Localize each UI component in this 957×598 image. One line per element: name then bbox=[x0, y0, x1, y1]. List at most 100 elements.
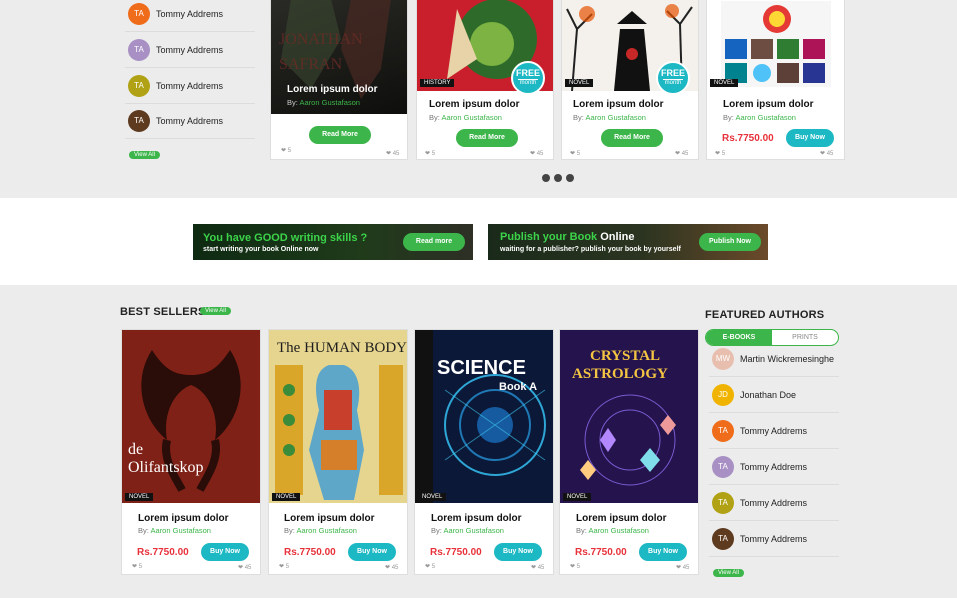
buy-now-button[interactable]: Buy Now bbox=[348, 543, 396, 561]
genre-tag: NOVEL bbox=[565, 79, 594, 87]
author-link[interactable]: Aaron Gustafason bbox=[300, 98, 360, 107]
author-link[interactable]: Aaron Gustafason bbox=[297, 526, 357, 535]
book-author: By: Aaron Gustafason bbox=[576, 526, 649, 535]
author-list-item[interactable]: TA Tommy Addrems bbox=[125, 103, 255, 139]
likes-count: ❤ 5 bbox=[425, 150, 435, 157]
featured-author-item[interactable]: MW Martin Wickremesinghe bbox=[709, 341, 839, 377]
book-cover: CRYSTAL ASTROLOGY bbox=[560, 330, 698, 503]
read-more-button[interactable]: Read More bbox=[309, 126, 371, 144]
featured-author-item[interactable]: TA Tommy Addrems bbox=[709, 521, 839, 557]
featured-author-item[interactable]: JD Jonathan Doe bbox=[709, 377, 839, 413]
author-link[interactable]: Aaron Gustafason bbox=[589, 526, 649, 535]
view-all-button[interactable]: View All bbox=[200, 307, 231, 315]
book-author: By: Aaron Gustafason bbox=[284, 526, 357, 535]
book-title[interactable]: Lorem ipsum dolor bbox=[576, 513, 667, 524]
heart-icon[interactable]: ❤ bbox=[530, 151, 535, 157]
author-list-item[interactable]: TA Tommy Addrems bbox=[125, 0, 255, 32]
heart-icon[interactable]: ❤ bbox=[570, 564, 575, 570]
book-card[interactable]: JONATHAN SAFRAN Lorem ipsum dolor By: Aa… bbox=[270, 0, 408, 160]
likes-value: 5 bbox=[431, 151, 436, 157]
carousel-dot[interactable] bbox=[566, 174, 574, 182]
book-card[interactable]: HISTORY FREE month Lorem ipsum dolor By:… bbox=[416, 0, 554, 160]
publish-book-banner[interactable]: Publish your Book Online waiting for a p… bbox=[488, 224, 768, 260]
buy-now-button[interactable]: Buy Now bbox=[786, 129, 834, 147]
heart-icon[interactable]: ❤ bbox=[132, 564, 137, 570]
free-label: FREE bbox=[660, 68, 685, 78]
likes-count: ❤ 5 bbox=[570, 150, 580, 157]
read-more-button[interactable]: Read More bbox=[601, 129, 663, 147]
heart-icon[interactable]: ❤ bbox=[570, 151, 575, 157]
author-link[interactable]: Aaron Gustafason bbox=[444, 526, 504, 535]
author-name: Tommy Addrems bbox=[156, 44, 224, 55]
heart-icon[interactable]: ❤ bbox=[715, 151, 720, 157]
featured-author-item[interactable]: TA Tommy Addrems bbox=[709, 485, 839, 521]
genre-tag: NOVEL bbox=[563, 493, 592, 501]
book-card[interactable]: NOVEL Lorem ipsum dolor By: Aaron Gustaf… bbox=[706, 0, 845, 160]
avatar: TA bbox=[128, 38, 150, 61]
genre-tag: NOVEL bbox=[710, 79, 739, 87]
buy-now-button[interactable]: Buy Now bbox=[494, 543, 542, 561]
headline-part: Online bbox=[597, 231, 635, 243]
book-card[interactable]: de Olifantskop NOVEL Lorem ipsum dolor B… bbox=[121, 329, 261, 575]
book-title[interactable]: Lorem ipsum dolor bbox=[138, 513, 229, 524]
featured-author-item[interactable]: TA Tommy Addrems bbox=[709, 413, 839, 449]
likes-value: 5 bbox=[576, 151, 581, 157]
book-title[interactable]: Lorem ipsum dolor bbox=[287, 84, 378, 95]
heart-icon[interactable]: ❤ bbox=[425, 151, 430, 157]
heart-icon[interactable]: ❤ bbox=[425, 564, 430, 570]
book-title[interactable]: Lorem ipsum dolor bbox=[429, 99, 520, 110]
author-link[interactable]: Aaron Gustafason bbox=[736, 113, 796, 122]
avatar: MW bbox=[712, 347, 734, 370]
heart-icon[interactable]: ❤ bbox=[279, 564, 284, 570]
heart-icon[interactable]: ❤ bbox=[675, 151, 680, 157]
view-all-button[interactable]: View All bbox=[713, 569, 744, 577]
heart-icon[interactable]: ❤ bbox=[676, 565, 681, 571]
book-card[interactable]: NOVEL FREE month Lorem ipsum dolor By: A… bbox=[561, 0, 699, 160]
cover-art: JONATHAN SAFRAN bbox=[279, 0, 391, 99]
book-title[interactable]: Lorem ipsum dolor bbox=[431, 513, 522, 524]
author-name: Tommy Addrems bbox=[156, 80, 224, 91]
heart-icon[interactable]: ❤ bbox=[386, 151, 391, 157]
author-list-item[interactable]: TA Tommy Addrems bbox=[125, 68, 255, 104]
carousel-dot[interactable] bbox=[554, 174, 562, 182]
book-title[interactable]: Lorem ipsum dolor bbox=[723, 99, 814, 110]
heart-icon[interactable]: ❤ bbox=[531, 565, 536, 571]
heart-icon[interactable]: ❤ bbox=[820, 151, 825, 157]
book-price: Rs.7750.00 bbox=[575, 547, 627, 558]
read-more-button[interactable]: Read more bbox=[403, 233, 465, 251]
author-name: Tommy Addrems bbox=[740, 533, 808, 544]
author-link[interactable]: Aaron Gustafason bbox=[151, 526, 211, 535]
publish-now-button[interactable]: Publish Now bbox=[699, 233, 761, 251]
by-label: By: bbox=[576, 526, 587, 535]
author-name: Tommy Addrems bbox=[740, 461, 808, 472]
views-count: ❤ 45 bbox=[676, 564, 689, 571]
book-card[interactable]: SCIENCE Book A NOVEL Lorem ipsum dolor B… bbox=[414, 329, 554, 575]
heart-icon[interactable]: ❤ bbox=[385, 565, 390, 571]
cover-title: de bbox=[128, 441, 143, 458]
buy-now-button[interactable]: Buy Now bbox=[201, 543, 249, 561]
avatar: TA bbox=[712, 491, 734, 514]
writing-skills-banner[interactable]: You have GOOD writing skills ? start wri… bbox=[193, 224, 473, 260]
read-more-button[interactable]: Read More bbox=[456, 129, 518, 147]
cover-title: Olifantskop bbox=[128, 459, 204, 476]
avatar: TA bbox=[712, 527, 734, 550]
heart-icon[interactable]: ❤ bbox=[281, 148, 286, 154]
book-card[interactable]: CRYSTAL ASTROLOGY NOVEL Lorem ipsum dolo… bbox=[559, 329, 699, 575]
view-all-button[interactable]: View All bbox=[129, 151, 160, 159]
avatar: TA bbox=[128, 2, 150, 25]
heart-icon[interactable]: ❤ bbox=[238, 565, 243, 571]
featured-author-item[interactable]: TA Tommy Addrems bbox=[709, 449, 839, 485]
book-title[interactable]: Lorem ipsum dolor bbox=[573, 99, 664, 110]
author-link[interactable]: Aaron Gustafason bbox=[586, 113, 646, 122]
svg-text:SAFRAN: SAFRAN bbox=[279, 56, 343, 73]
book-card[interactable]: The HUMAN BODY NOVEL Lorem ipsum dolor B… bbox=[268, 329, 408, 575]
carousel-dot[interactable] bbox=[542, 174, 550, 182]
book-title[interactable]: Lorem ipsum dolor bbox=[284, 513, 375, 524]
book-author: By: Aaron Gustafason bbox=[723, 113, 796, 122]
book-cover: SCIENCE Book A bbox=[415, 330, 553, 503]
book-author: By: Aaron Gustafason bbox=[431, 526, 504, 535]
likes-count: ❤ 5 bbox=[425, 563, 435, 570]
buy-now-button[interactable]: Buy Now bbox=[639, 543, 687, 561]
author-list-item[interactable]: TA Tommy Addrems bbox=[125, 32, 255, 68]
author-link[interactable]: Aaron Gustafason bbox=[442, 113, 502, 122]
